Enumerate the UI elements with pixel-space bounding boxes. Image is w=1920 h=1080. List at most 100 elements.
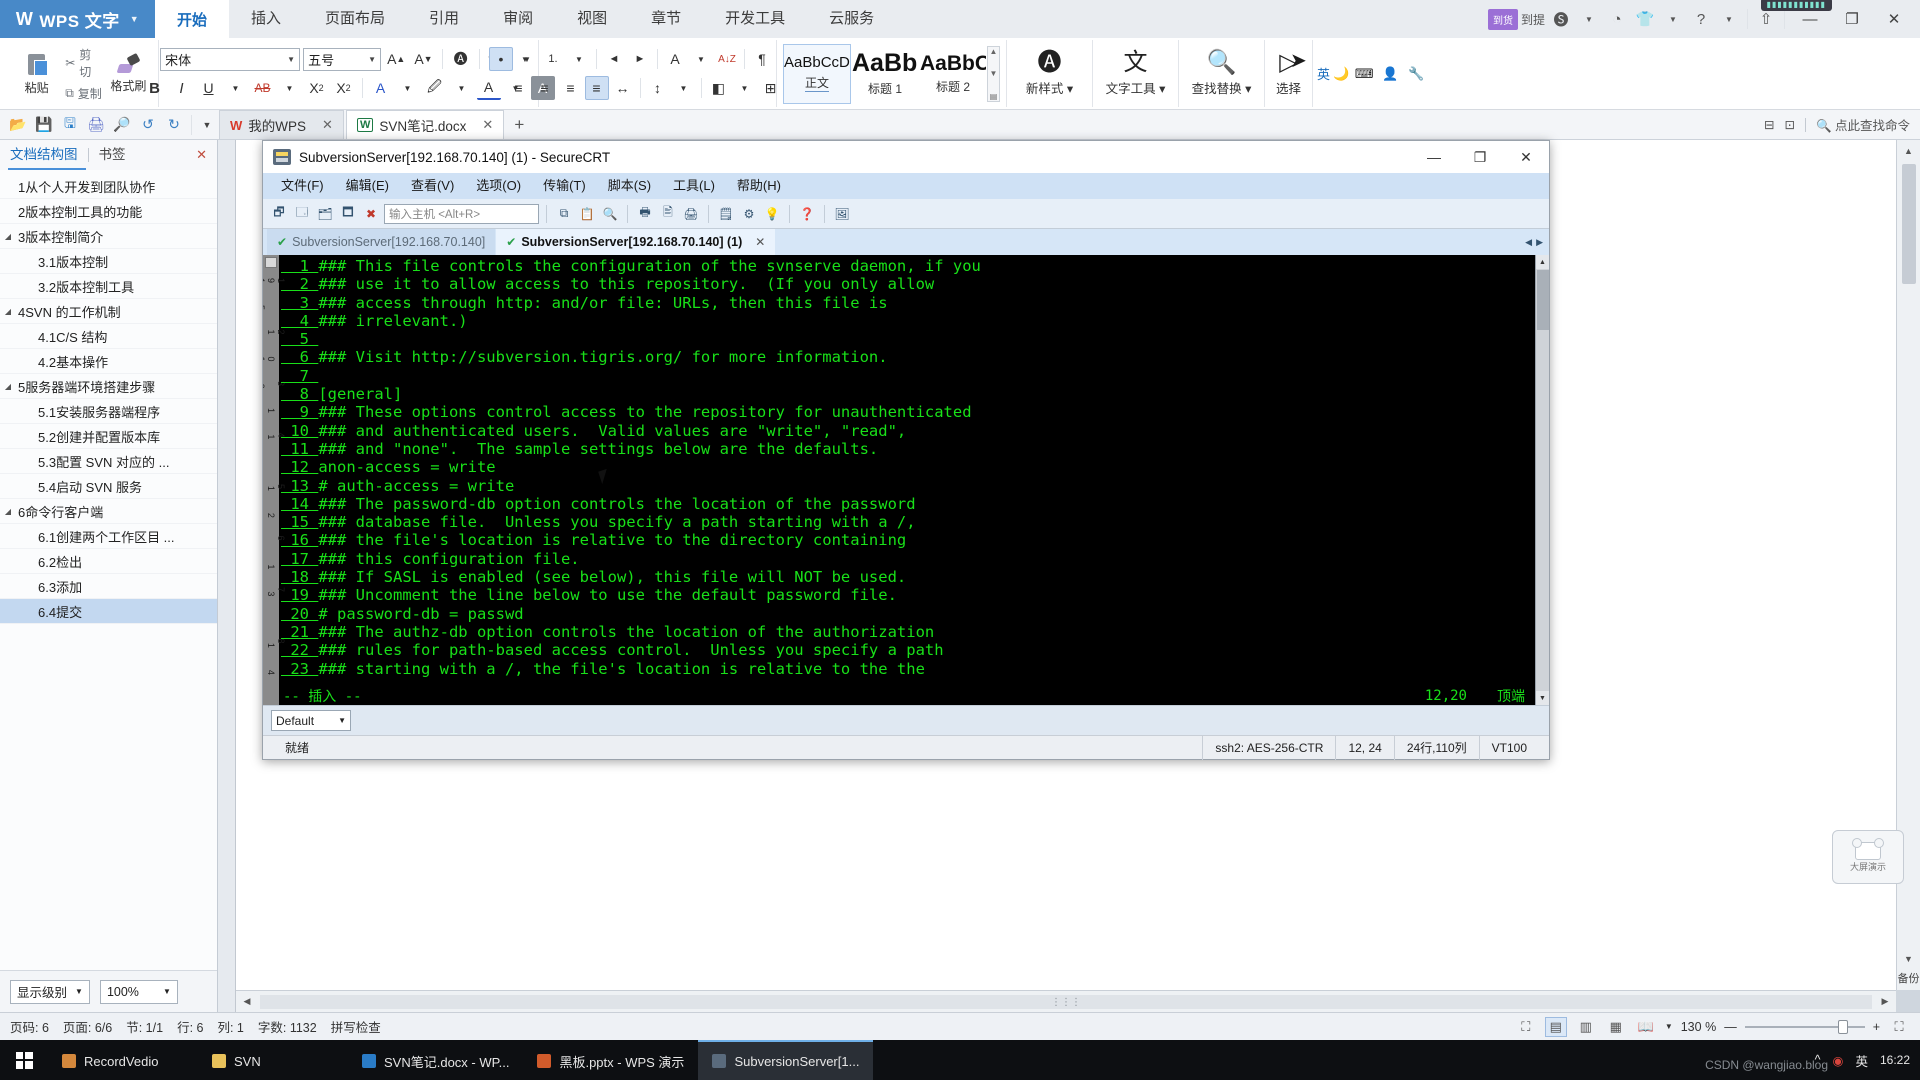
distribute-button[interactable]: ↔ xyxy=(611,76,635,100)
paste-icon[interactable]: 📋 xyxy=(577,204,597,224)
bullets-button[interactable]: • xyxy=(489,47,513,71)
vertical-scroll-thumb[interactable] xyxy=(1902,164,1916,284)
outline-item[interactable]: 4.2基本操作 xyxy=(0,349,217,374)
expand-collapse-icon[interactable]: ◢ xyxy=(0,507,16,516)
doc-tab-my-wps[interactable]: W 我的WPS ✕ xyxy=(219,110,344,139)
zoom-slider[interactable] xyxy=(1745,1020,1865,1034)
outline-item[interactable]: 6.4提交 xyxy=(0,599,217,624)
keyboard-icon[interactable]: ⌨ xyxy=(1353,63,1375,85)
save-icon[interactable]: 💾 xyxy=(32,113,56,137)
scroll-up-icon[interactable]: ▲ xyxy=(1536,255,1550,269)
tab-developer[interactable]: 开发工具 xyxy=(703,0,807,38)
securecrt-menu-item[interactable]: 文件(F) xyxy=(271,173,334,199)
securecrt-close-button[interactable]: ✕ xyxy=(1503,141,1549,173)
outline-item[interactable]: ◢4SVN 的工作机制 xyxy=(0,299,217,324)
chevron-down-icon[interactable]: ▼ xyxy=(278,76,302,100)
scroll-right-icon[interactable]: ▶ xyxy=(1874,996,1896,1007)
new-document-button[interactable]: + xyxy=(506,115,532,135)
securecrt-session-tab[interactable]: ✔SubversionServer[192.168.70.140] (1)✕ xyxy=(496,229,775,255)
outline-item[interactable]: 1从个人开发到团队协作 xyxy=(0,174,217,199)
outline-item[interactable]: 2版本控制工具的功能 xyxy=(0,199,217,224)
outline-item[interactable]: 5.2创建并配置版本库 xyxy=(0,424,217,449)
increase-indent-button[interactable]: ► xyxy=(628,47,652,71)
wrench-icon[interactable]: 🔧 xyxy=(1405,63,1427,85)
tab-view[interactable]: 视图 xyxy=(555,0,629,38)
outline-item[interactable]: 5.4启动 SVN 服务 xyxy=(0,474,217,499)
securecrt-menu-item[interactable]: 选项(O) xyxy=(466,173,531,199)
decrease-indent-button[interactable]: ◄ xyxy=(602,47,626,71)
style-normal[interactable]: AaBbCcDd 正文 xyxy=(783,44,851,104)
chevron-down-icon[interactable]: ▼ xyxy=(567,47,591,71)
reading-view-icon[interactable]: 📖 xyxy=(1635,1017,1657,1037)
log-session-icon[interactable]: 🖹 xyxy=(658,204,678,224)
globe-icon[interactable]: ◔ xyxy=(1604,6,1630,32)
strikethrough-button[interactable]: AB xyxy=(251,76,275,100)
promo-badge[interactable]: 到货 xyxy=(1488,9,1518,30)
wps-close-button[interactable]: ✕ xyxy=(1874,4,1914,34)
show-marks-button[interactable]: ¶ xyxy=(750,47,774,71)
numbering-button[interactable]: 1. xyxy=(541,47,565,71)
outline-item[interactable]: ◢6命令行客户端 xyxy=(0,499,217,524)
start-button[interactable] xyxy=(0,1040,48,1080)
disconnect-icon[interactable]: ✖ xyxy=(361,204,381,224)
backup-panel-label[interactable]: 备份 xyxy=(1898,970,1920,990)
highlight-color-button[interactable]: 🖉 xyxy=(423,76,447,100)
style-heading-1[interactable]: AaBbC 标题 1 xyxy=(851,44,919,104)
encoding-select[interactable]: Default ▼ xyxy=(271,710,351,731)
outline-item[interactable]: 5.3配置 SVN 对应的 ... xyxy=(0,449,217,474)
sidebar-tab-bookmarks[interactable]: 书签 xyxy=(99,143,126,167)
zoom-in-button[interactable]: + xyxy=(1873,1020,1880,1034)
outline-item[interactable]: 6.2检出 xyxy=(0,549,217,574)
scroll-up-icon[interactable]: ▲ xyxy=(990,47,998,56)
status-spell-check[interactable]: 拼写检查 xyxy=(331,1017,381,1036)
font-color-button[interactable]: A xyxy=(477,76,501,100)
layout-icon[interactable]: ⊡ xyxy=(1784,117,1794,132)
scroll-down-icon[interactable]: ▼ xyxy=(990,69,998,78)
outline-item[interactable]: 4.1C/S 结构 xyxy=(0,324,217,349)
align-right-button[interactable]: ≡ xyxy=(559,76,583,100)
scroll-up-icon[interactable]: ▲ xyxy=(1897,140,1920,162)
chevron-down-icon[interactable]: ▼ xyxy=(733,76,757,100)
redo-icon[interactable]: ↻ xyxy=(162,113,186,137)
clear-format-button[interactable]: 🅐 xyxy=(449,47,473,71)
tip-icon[interactable]: 💡 xyxy=(762,204,782,224)
save-as-icon[interactable]: 🖫 xyxy=(58,113,82,137)
sidebar-close-icon[interactable]: ✕ xyxy=(196,147,207,163)
full-screen-view-icon[interactable]: ⛶ xyxy=(1515,1017,1537,1037)
expand-collapse-icon[interactable]: ◢ xyxy=(0,232,16,241)
outline-item[interactable]: 3.2版本控制工具 xyxy=(0,274,217,299)
terminal-text[interactable]: 1 ### This file controls the configurati… xyxy=(279,255,1535,705)
display-level-select[interactable]: 显示级别 ▼ xyxy=(10,980,90,1004)
securecrt-menu-item[interactable]: 帮助(H) xyxy=(727,173,791,199)
taskbar-item[interactable]: SVN笔记.docx - WP... xyxy=(348,1040,523,1080)
ime-indicator[interactable]: 英 xyxy=(1855,1051,1868,1070)
zoom-slider-knob[interactable] xyxy=(1838,1020,1848,1034)
grow-font-button[interactable]: A▲ xyxy=(384,47,408,71)
split-view-icon[interactable]: ⊟ xyxy=(1764,117,1774,132)
italic-button[interactable]: I xyxy=(170,76,194,100)
print-screen-icon[interactable]: 🖨 xyxy=(681,204,701,224)
securecrt-menu-item[interactable]: 工具(L) xyxy=(663,173,725,199)
align-left-button[interactable]: ≡ xyxy=(507,76,531,100)
shield-icon[interactable]: ◉ xyxy=(1833,1053,1844,1068)
scroll-down-icon[interactable]: ▼ xyxy=(1897,948,1920,970)
paste-button[interactable]: 粘贴 xyxy=(10,40,63,107)
print-preview-icon[interactable]: 🔎 xyxy=(110,113,134,137)
character-scale-button[interactable]: A xyxy=(663,47,687,71)
copy-button[interactable]: ⧉ 复制 xyxy=(65,85,103,102)
vip-coin-icon[interactable]: 🅢 xyxy=(1548,6,1574,32)
align-center-button[interactable]: ≡ xyxy=(533,76,557,100)
person-icon[interactable]: 👤 xyxy=(1379,63,1401,85)
terminal-area[interactable]: 1 2 3 4 5 6 7 8 9 10 11 12 13 14 15 16 1… xyxy=(263,255,1549,705)
taskbar-item[interactable]: RecordVedio xyxy=(48,1040,198,1080)
help-icon[interactable]: ❓ xyxy=(797,204,817,224)
connect-icon[interactable]: 🗗 xyxy=(269,204,289,224)
session-options-icon[interactable]: 🗒 xyxy=(716,204,736,224)
wps-app-menu-button[interactable]: W WPS 文字 ▼ xyxy=(0,0,155,38)
subscript-button[interactable]: X2 xyxy=(332,76,356,100)
securecrt-session-tab[interactable]: ✔SubversionServer[192.168.70.140] xyxy=(267,229,495,255)
close-icon[interactable]: ✕ xyxy=(755,235,765,249)
image-icon[interactable]: 🖼 xyxy=(832,204,852,224)
sidebar-zoom-select[interactable]: 100% ▼ xyxy=(100,980,178,1004)
terminal-left-gutter[interactable]: 1 2 3 4 5 6 7 8 9 10 11 12 13 14 15 16 xyxy=(263,255,279,705)
